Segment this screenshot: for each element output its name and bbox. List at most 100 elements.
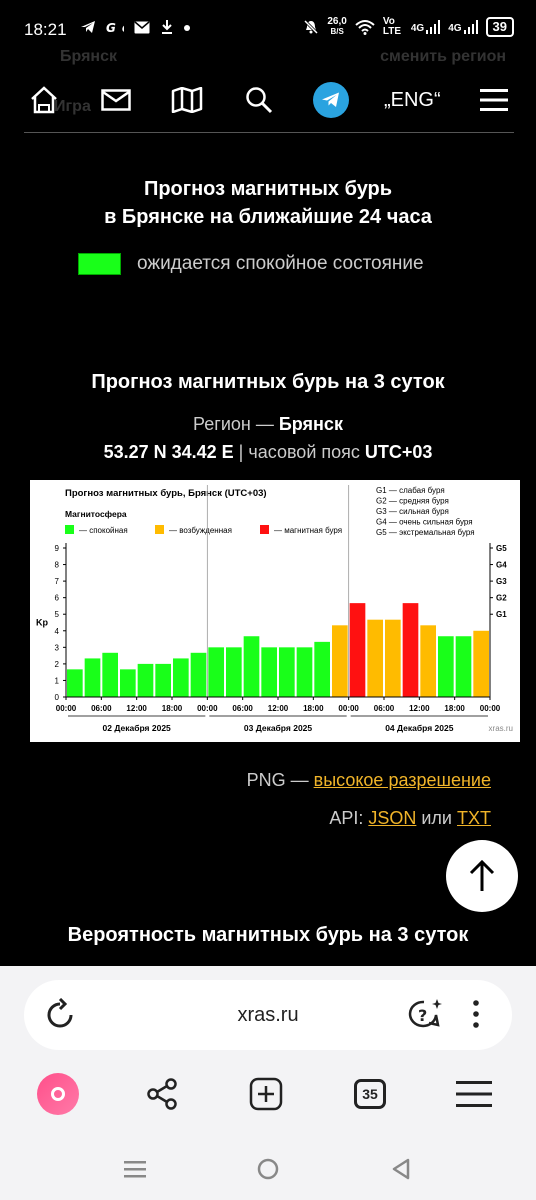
circle-home-icon (257, 1158, 279, 1180)
kp-bar (137, 663, 154, 697)
tabs-button[interactable]: 35 (346, 1070, 394, 1118)
y-tick-label: 6 (55, 594, 60, 603)
address-bar[interactable]: xras.ru ? (24, 980, 512, 1050)
map-button[interactable] (167, 80, 207, 120)
x-tick-label: 12:00 (409, 704, 430, 713)
status-color-swatch (78, 253, 121, 275)
x-tick-label: 06:00 (232, 704, 253, 713)
mail-button[interactable] (96, 80, 136, 120)
chart-watermark: xras.ru (489, 724, 513, 733)
scroll-top-button[interactable] (446, 840, 518, 912)
kp-bar (314, 641, 330, 697)
back-nav-button[interactable] (386, 1154, 416, 1184)
telegram-icon (312, 82, 349, 118)
coords-value: 53.27 N 34.42 E (103, 442, 234, 462)
more-button[interactable] (466, 997, 486, 1036)
y-axis-label: Kp (36, 618, 48, 628)
y-tick-label: 0 (55, 693, 60, 702)
svg-text:Go: Go (106, 21, 124, 34)
region-label: Регион — (193, 414, 279, 434)
browser-menu-button[interactable] (450, 1070, 498, 1118)
network-type-1: 4G (410, 23, 425, 34)
kp-bar (84, 658, 101, 697)
y-tick-label: 3 (55, 643, 60, 652)
network-type-2: 4G (448, 23, 462, 34)
dot-icon (183, 25, 190, 31)
question-sparkle-icon: ? (408, 999, 442, 1028)
kp-bar (332, 625, 348, 697)
g-legend-item: G4 — очень сильная буря (376, 518, 473, 527)
day-label: 03 Декабря 2025 (244, 723, 313, 733)
kp-bar (67, 669, 83, 697)
legend-swatch (65, 525, 74, 534)
x-tick-label: 00:00 (338, 704, 359, 713)
y-tick-label: 5 (55, 610, 60, 619)
kp-bar (120, 669, 136, 697)
y-tick-label: 2 (55, 660, 60, 669)
kp-chart-svg: Прогноз магнитных бурь, Брянск (UTC+03) М… (36, 485, 513, 733)
alice-button[interactable] (34, 1070, 82, 1118)
kp-bar (279, 647, 295, 697)
legend-swatch (260, 525, 269, 534)
timezone-value: UTC+03 (364, 442, 433, 462)
change-region-link[interactable]: сменить регион (380, 48, 506, 66)
alice-icon (37, 1073, 79, 1115)
x-tick-label: 06:00 (91, 704, 112, 713)
assistant-button[interactable]: ? (408, 997, 444, 1036)
download-icon (161, 20, 172, 34)
language-switch[interactable]: „ENG“ (382, 89, 442, 112)
recents-button[interactable] (120, 1154, 150, 1184)
browser-nav: 35 (0, 1062, 536, 1122)
x-tick-label: 00:00 (197, 704, 218, 713)
home-icon (31, 86, 57, 114)
x-tick-label: 18:00 (162, 704, 183, 713)
home-nav-button[interactable] (253, 1154, 283, 1184)
kp-bar (226, 647, 242, 697)
kp-bar (261, 647, 277, 697)
kp-bar (402, 603, 419, 697)
y-tick-label: 9 (55, 544, 60, 553)
search-button[interactable] (239, 80, 279, 120)
notification-icons: Go (80, 20, 191, 38)
browser-bottom-bar: xras.ru ? 35 (0, 966, 536, 1200)
arrow-up-icon (469, 859, 495, 891)
kp-bar (367, 619, 383, 697)
legend-label: — спокойная (79, 526, 128, 535)
kp-bar (385, 619, 401, 697)
forecast-24h-title-line1: Прогноз магнитных бурь (143, 178, 393, 200)
signal-icon (463, 20, 478, 34)
x-tick-label: 12:00 (126, 704, 147, 713)
kp-forecast-chart[interactable]: Прогноз магнитных бурь, Брянск (UTC+03) М… (30, 480, 520, 742)
menu-button[interactable] (474, 80, 514, 120)
more-vert-icon (473, 1000, 479, 1028)
x-tick-label: 12:00 (268, 704, 289, 713)
kp-bar (243, 636, 260, 697)
signal-2: 4G (448, 20, 478, 34)
share-button[interactable] (138, 1070, 186, 1118)
y-tick-label: 7 (55, 577, 60, 586)
home-button[interactable] (24, 80, 64, 120)
day-label: 04 Декабря 2025 (385, 723, 454, 733)
g-tick-label: G2 (496, 594, 507, 603)
legend-label: — возбужденная (169, 526, 232, 535)
plus-square-icon (249, 1077, 283, 1111)
status-text: ожидается спокойное состояние (137, 253, 424, 274)
forecast-24h-title: Прогноз магнитных бурь в Брянске на ближ… (0, 175, 536, 231)
png-hires-link[interactable]: высокое разрешение (314, 770, 491, 790)
day-label: 02 Декабря 2025 (103, 723, 172, 733)
new-tab-button[interactable] (242, 1070, 290, 1118)
api-json-link[interactable]: JSON (368, 808, 416, 828)
kp-bar (296, 647, 313, 697)
api-txt-link[interactable]: TXT (457, 808, 491, 828)
x-tick-label: 00:00 (56, 704, 77, 713)
signal-1: 4G (410, 20, 441, 34)
forecast-24h-title-line2: в Брянске на ближайшие 24 часа (104, 206, 432, 228)
forecast-3d-title: Прогноз магнитных бурь на 3 суток (91, 371, 445, 393)
api-row: API: JSON или TXT (329, 808, 491, 829)
telegram-button[interactable] (311, 80, 351, 120)
volte-label: Vo LTE (382, 16, 401, 37)
region-line: Регион — Брянск (0, 414, 536, 435)
g-tick-label: G4 (496, 561, 507, 570)
api-or: или (416, 808, 457, 828)
city-label: Брянск (60, 48, 117, 65)
